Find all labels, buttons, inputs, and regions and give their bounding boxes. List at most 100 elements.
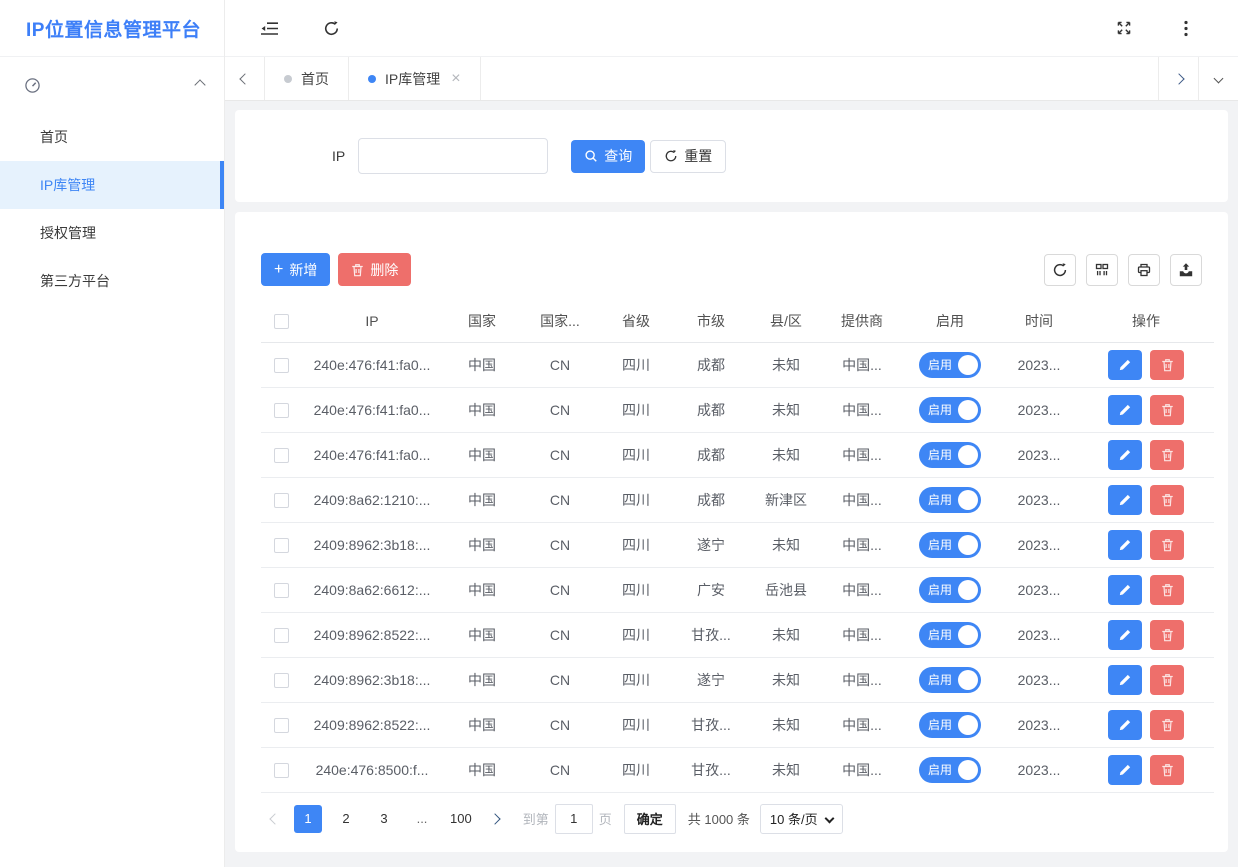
fullscreen-icon[interactable] — [1112, 16, 1136, 40]
sidebar-item[interactable]: 首页 — [0, 113, 224, 161]
enable-toggle[interactable]: 启用 — [919, 532, 981, 558]
page-number[interactable]: 3 — [370, 805, 398, 833]
edit-icon — [1118, 403, 1132, 417]
add-button[interactable]: + 新增 — [261, 253, 330, 286]
tab-close-icon[interactable]: × — [451, 71, 460, 87]
row-delete-button[interactable] — [1150, 440, 1184, 470]
enable-toggle[interactable]: 启用 — [919, 487, 981, 513]
row-checkbox[interactable] — [274, 628, 289, 643]
page-unit-label: 页 — [599, 809, 612, 828]
column-header-province: 省级 — [598, 300, 674, 342]
tabs-scroll-right-button[interactable] — [1158, 57, 1198, 100]
refresh-icon[interactable] — [319, 16, 343, 40]
column-filter-button[interactable] — [1086, 254, 1118, 286]
page-number[interactable]: 2 — [332, 805, 360, 833]
sidebar-item[interactable]: 授权管理 — [0, 209, 224, 257]
table-row: 240e:476:8500:f...中国CN 四川甘孜...未知中国... 启用… — [261, 747, 1214, 792]
prev-page-button[interactable] — [261, 805, 289, 833]
table-row: 2409:8962:8522:...中国CN 四川甘孜...未知中国... 启用… — [261, 612, 1214, 657]
row-checkbox[interactable] — [274, 358, 289, 373]
tab[interactable]: 首页 — [265, 57, 349, 100]
delete-button[interactable]: 删除 — [338, 253, 411, 286]
row-delete-button[interactable] — [1150, 575, 1184, 605]
enable-toggle[interactable]: 启用 — [919, 397, 981, 423]
row-delete-button[interactable] — [1150, 665, 1184, 695]
enable-toggle[interactable]: 启用 — [919, 577, 981, 603]
column-header-country-code: 国家... — [522, 300, 598, 342]
table-row: 2409:8962:3b18:...中国CN 四川遂宁未知中国... 启用 20… — [261, 657, 1214, 702]
sidebar-item[interactable]: IP库管理 — [0, 161, 224, 209]
collapse-menu-icon[interactable] — [257, 16, 281, 40]
sidebar-menu: 首页IP库管理授权管理第三方平台 — [0, 113, 224, 305]
data-table: IP 国家 国家... 省级 市级 县/区 提供商 启用 时间 操作 240e:… — [261, 300, 1214, 793]
chevron-up-icon — [194, 79, 205, 90]
toggle-knob — [958, 580, 978, 600]
enable-toggle[interactable]: 启用 — [919, 622, 981, 648]
row-edit-button[interactable] — [1108, 350, 1142, 380]
column-header-actions: 操作 — [1078, 300, 1214, 342]
toggle-label: 启用 — [928, 761, 952, 778]
row-edit-button[interactable] — [1108, 710, 1142, 740]
toggle-knob — [958, 400, 978, 420]
enable-toggle[interactable]: 启用 — [919, 667, 981, 693]
table-refresh-button[interactable] — [1044, 254, 1076, 286]
row-checkbox[interactable] — [274, 403, 289, 418]
sidebar-group-header[interactable] — [0, 57, 224, 113]
row-checkbox[interactable] — [274, 448, 289, 463]
row-checkbox[interactable] — [274, 538, 289, 553]
goto-page-input[interactable] — [555, 804, 593, 834]
row-edit-button[interactable] — [1108, 755, 1142, 785]
row-edit-button[interactable] — [1108, 530, 1142, 560]
columns-icon — [1094, 262, 1110, 278]
table-row: 240e:476:f41:fa0...中国CN 四川成都未知中国... 启用 2… — [261, 387, 1214, 432]
toggle-knob — [958, 490, 978, 510]
row-checkbox[interactable] — [274, 673, 289, 688]
row-edit-button[interactable] — [1108, 665, 1142, 695]
edit-icon — [1118, 358, 1132, 372]
edit-icon — [1118, 718, 1132, 732]
row-checkbox[interactable] — [274, 493, 289, 508]
sidebar-item-label: 第三方平台 — [40, 273, 110, 289]
row-edit-button[interactable] — [1108, 485, 1142, 515]
tab-dot-icon — [368, 75, 376, 83]
sidebar-item[interactable]: 第三方平台 — [0, 257, 224, 305]
tabs-menu-button[interactable] — [1198, 57, 1238, 100]
row-edit-button[interactable] — [1108, 440, 1142, 470]
page-size-select[interactable]: 10 条/页 — [760, 804, 843, 834]
export-button[interactable] — [1170, 254, 1202, 286]
row-delete-button[interactable] — [1150, 395, 1184, 425]
enable-toggle[interactable]: 启用 — [919, 352, 981, 378]
enable-toggle[interactable]: 启用 — [919, 712, 981, 738]
row-edit-button[interactable] — [1108, 620, 1142, 650]
enable-toggle[interactable]: 启用 — [919, 442, 981, 468]
toggle-knob — [958, 445, 978, 465]
row-checkbox[interactable] — [274, 583, 289, 598]
select-all-checkbox[interactable] — [274, 314, 289, 329]
confirm-page-button[interactable]: 确定 — [624, 804, 676, 834]
row-delete-button[interactable] — [1150, 485, 1184, 515]
enable-toggle[interactable]: 启用 — [919, 757, 981, 783]
row-checkbox[interactable] — [274, 763, 289, 778]
tabs-scroll-left-button[interactable] — [225, 57, 265, 100]
more-menu-icon[interactable] — [1174, 16, 1198, 40]
print-button[interactable] — [1128, 254, 1160, 286]
next-page-button[interactable] — [481, 805, 509, 833]
row-delete-button[interactable] — [1150, 755, 1184, 785]
row-delete-button[interactable] — [1150, 530, 1184, 560]
edit-icon — [1118, 583, 1132, 597]
row-checkbox[interactable] — [274, 718, 289, 733]
row-delete-button[interactable] — [1150, 350, 1184, 380]
reset-button[interactable]: 重置 — [650, 140, 726, 173]
page-number[interactable]: 100 — [446, 805, 476, 833]
tab[interactable]: IP库管理× — [349, 57, 481, 100]
sidebar-item-label: 授权管理 — [40, 225, 96, 241]
row-delete-button[interactable] — [1150, 620, 1184, 650]
ip-search-input[interactable] — [358, 138, 548, 174]
table-row: 2409:8962:8522:...中国CN 四川甘孜...未知中国... 启用… — [261, 702, 1214, 747]
row-edit-button[interactable] — [1108, 575, 1142, 605]
row-edit-button[interactable] — [1108, 395, 1142, 425]
query-button[interactable]: 查询 — [571, 140, 645, 173]
toggle-label: 启用 — [928, 536, 952, 553]
row-delete-button[interactable] — [1150, 710, 1184, 740]
page-number[interactable]: 1 — [294, 805, 322, 833]
